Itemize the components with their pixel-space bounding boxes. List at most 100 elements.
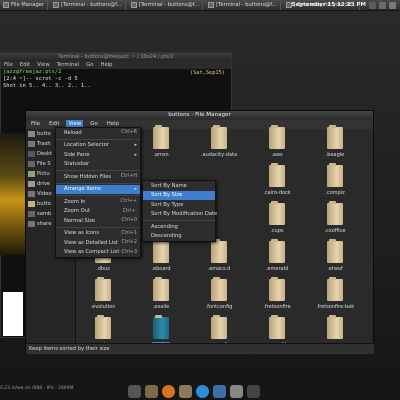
menu-item[interactable]: View as Icons Ctrl+1 bbox=[56, 229, 140, 239]
menu-item[interactable]: View as Detailed List Ctrl+2 bbox=[56, 238, 140, 248]
terminal-titlebar[interactable]: Terminal - buttons@freejazz: ~ / 19x24 /… bbox=[1, 53, 231, 61]
folder-item[interactable]: .amsn bbox=[141, 125, 181, 167]
terminal-command: [2:4 ~]-- scrot -c -d 5 bbox=[3, 76, 78, 82]
menu-item[interactable]: Descending bbox=[143, 232, 215, 242]
network-icon[interactable] bbox=[389, 2, 396, 9]
folder-icon bbox=[269, 315, 285, 339]
menu-terminal[interactable]: Terminal bbox=[57, 61, 79, 69]
folder-icon[interactable] bbox=[145, 385, 158, 398]
sidebar-item-label: butto bbox=[37, 131, 51, 137]
window-icon bbox=[3, 2, 9, 8]
volume-icon[interactable] bbox=[379, 2, 386, 9]
menu-item[interactable]: Sort By Type bbox=[143, 200, 215, 210]
folder-icon bbox=[95, 315, 111, 339]
folder-icon bbox=[327, 125, 343, 149]
sidebar-item-label: samb bbox=[37, 211, 52, 217]
menu-edit[interactable]: Edit bbox=[20, 61, 30, 69]
chat-icon[interactable] bbox=[213, 385, 226, 398]
folder-icon bbox=[28, 141, 35, 147]
folder-item[interactable]: .etwof bbox=[315, 239, 355, 281]
menu-view[interactable]: View bbox=[37, 61, 50, 69]
menu-item[interactable]: Ascending bbox=[143, 222, 215, 232]
menu-item-label: Zoom In bbox=[64, 198, 86, 205]
sidebar-item-label: butto bbox=[37, 201, 51, 207]
trash-icon[interactable] bbox=[247, 385, 260, 398]
menu-item[interactable]: Normal Size Ctrl+0 bbox=[56, 216, 140, 226]
submenu-arrow-icon: ▸ bbox=[134, 151, 137, 158]
menu-item[interactable]: Zoom In Ctrl++ bbox=[56, 197, 140, 207]
menu-item-label: Zoom Out bbox=[64, 208, 91, 215]
folder-item[interactable]: .emacs.d bbox=[199, 239, 239, 281]
folder-label: .cxoffice bbox=[324, 228, 346, 234]
sidebar-item-label: share bbox=[37, 221, 52, 227]
folder-item[interactable]: .audacity-data bbox=[199, 125, 239, 167]
settings-icon[interactable] bbox=[230, 385, 243, 398]
folder-item[interactable]: .eboard bbox=[141, 239, 181, 281]
menu-item[interactable]: Reload Ctrl+R bbox=[56, 128, 140, 138]
menu-item[interactable]: Sort By Size bbox=[143, 190, 215, 200]
folder-item[interactable]: .cxoffice bbox=[315, 201, 355, 243]
menu-item[interactable]: Show Hidden Files Ctrl+H bbox=[56, 172, 140, 182]
folder-item[interactable]: .emerald bbox=[257, 239, 297, 281]
top-panel: File Manager [Terminal - buttons@f... [T… bbox=[0, 0, 400, 11]
folder-label: .exaile bbox=[152, 304, 170, 310]
menu-separator bbox=[56, 226, 140, 228]
folder-icon bbox=[211, 125, 227, 149]
menu-item[interactable]: Zoom Out Ctrl+- bbox=[56, 207, 140, 217]
sidebar-item-label: Deskt bbox=[37, 151, 52, 157]
folder-icon bbox=[269, 201, 285, 225]
menu-item[interactable]: Arrange Items ▸ bbox=[56, 184, 140, 194]
folder-item[interactable]: .fretsonfire bbox=[257, 277, 297, 319]
menu-item[interactable]: Location Selector ▸ bbox=[56, 141, 140, 151]
system-stats: 0.23 in/we on /688 - 8% - 2469M bbox=[0, 386, 74, 391]
taskbar-button[interactable]: [Terminal - buttons@f... bbox=[50, 0, 126, 10]
folder-item[interactable]: .cairo-dock bbox=[257, 163, 297, 205]
taskbar-button[interactable]: [Terminal - buttons@f... bbox=[205, 0, 281, 10]
menu-item[interactable]: Statusbar bbox=[56, 160, 140, 170]
terminal-date: (Sat,Sep15) bbox=[189, 70, 225, 76]
folder-label: .fontconfig bbox=[205, 304, 233, 310]
menu-go[interactable]: Go bbox=[86, 61, 93, 69]
menu-file[interactable]: File bbox=[4, 61, 13, 69]
menu-item[interactable]: Sort By Modification Date bbox=[143, 210, 217, 220]
folder-item[interactable]: .aws bbox=[257, 125, 297, 167]
sidebar-item-label: Trash bbox=[37, 141, 51, 147]
menu-help[interactable]: Help bbox=[100, 61, 112, 69]
firefox-icon[interactable] bbox=[162, 385, 175, 398]
menu-item[interactable]: Side Pane ▸ bbox=[56, 150, 140, 160]
folder-item[interactable]: .fontconfig bbox=[199, 277, 239, 319]
menu-separator bbox=[56, 138, 140, 140]
menu-separator bbox=[56, 182, 140, 184]
menu-item-label: Statusbar bbox=[64, 161, 90, 168]
folder-item[interactable]: .beagle bbox=[315, 125, 355, 167]
folder-item[interactable]: .cups bbox=[257, 201, 297, 243]
submenu-arrow-icon: ▸ bbox=[134, 186, 137, 193]
menu-item-label: Normal Size bbox=[64, 217, 96, 224]
folder-item[interactable]: .exaile bbox=[141, 277, 181, 319]
menu-item[interactable]: View as Compact List Ctrl+3 bbox=[56, 248, 140, 258]
fm-titlebar[interactable]: buttons - File Manager bbox=[26, 111, 373, 120]
menu-item-accel: Ctrl+R bbox=[121, 130, 137, 136]
terminal-icon[interactable] bbox=[128, 385, 141, 398]
folder-icon bbox=[327, 239, 343, 263]
taskbar-button[interactable]: [Terminal - buttons@f... bbox=[128, 0, 204, 10]
skype-icon[interactable] bbox=[196, 385, 209, 398]
terminal-icon bbox=[53, 2, 60, 8]
terminal-icon bbox=[130, 2, 137, 8]
folder-item[interactable]: .evolution bbox=[83, 277, 123, 319]
tray-icon[interactable] bbox=[369, 2, 376, 9]
folder-item[interactable]: .fretsonfire-bak bbox=[315, 277, 355, 319]
menu-item[interactable]: Sort By Name bbox=[143, 181, 215, 191]
clock[interactable]: September 15 12:23 PM bbox=[291, 2, 366, 8]
taskbar-button[interactable]: File Manager bbox=[0, 0, 49, 10]
folder-icon bbox=[327, 163, 343, 187]
files-icon[interactable] bbox=[179, 385, 192, 398]
menu-separator bbox=[56, 195, 140, 196]
folder-icon bbox=[28, 171, 35, 177]
folder-item[interactable]: .compiz bbox=[315, 163, 355, 205]
menu-item-label: Reload bbox=[64, 129, 82, 136]
menu-item-label: View as Detailed List bbox=[64, 239, 118, 246]
menu-file[interactable]: File bbox=[29, 120, 42, 129]
folder-icon bbox=[269, 163, 285, 187]
folder-icon bbox=[153, 239, 169, 263]
